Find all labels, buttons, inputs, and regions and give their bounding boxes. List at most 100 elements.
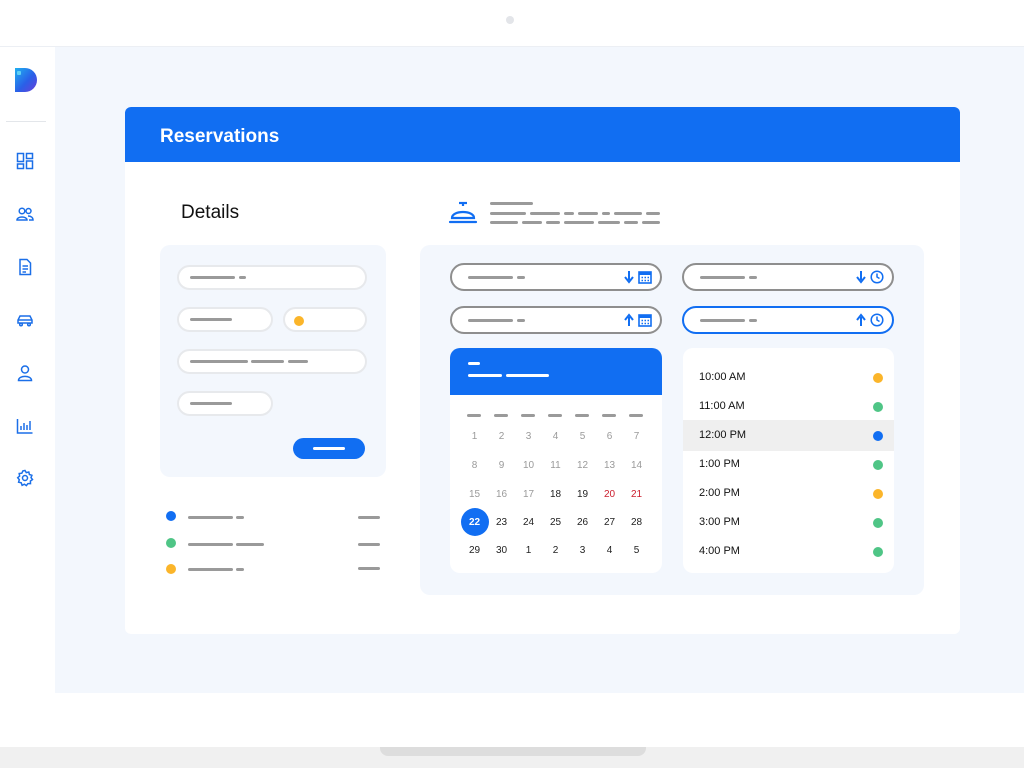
calendar-day[interactable]: 27 [596,517,623,528]
dashboard-icon[interactable] [16,152,34,170]
calendar-day[interactable]: 15 [461,489,488,500]
gear-icon[interactable] [16,469,34,487]
time-slot[interactable]: 10:00 AM [683,362,894,393]
calendar-day[interactable]: 9 [488,460,515,471]
time-slot[interactable]: 3:00 PM [683,507,894,538]
calendar-day[interactable]: 28 [623,517,650,528]
form-field-1[interactable] [177,265,367,290]
placeholder-line [190,402,232,405]
time-slot[interactable]: 2:00 PM [683,478,894,509]
calendar-day[interactable]: 2 [488,431,515,442]
calendar-day[interactable]: 6 [596,431,623,442]
placeholder-line [564,212,574,215]
time-slot[interactable]: 12:00 PM [683,420,894,451]
check-out-date-field[interactable] [450,306,662,334]
availability-dot [873,431,883,441]
form-field-2[interactable] [177,307,273,332]
calendar-day[interactable]: 19 [569,489,596,500]
calendar-day[interactable]: 4 [542,431,569,442]
calendar-day[interactable]: 25 [542,517,569,528]
arrow-down-icon [624,271,634,284]
calendar-day[interactable]: 1 [461,431,488,442]
calendar-day[interactable]: 13 [596,460,623,471]
status-dot [294,316,304,326]
time-slot[interactable]: 1:00 PM [683,449,894,480]
calendar-day[interactable]: 18 [542,489,569,500]
calendar-day[interactable]: 2 [542,545,569,556]
device-top-bezel [0,0,1024,47]
placeholder-line [468,319,513,322]
submit-button[interactable] [293,438,365,459]
placeholder-line [749,319,757,322]
placeholder-line [490,202,533,205]
arrow-up-icon [856,313,866,326]
calendar-day[interactable]: 16 [488,489,515,500]
check-in-date-field[interactable] [450,263,662,291]
clock-icon[interactable] [870,270,884,284]
placeholder-line [546,221,560,224]
arrow-up-icon [624,313,634,326]
calendar-day[interactable]: 3 [569,545,596,556]
placeholder-line [239,276,246,279]
calendar-day[interactable]: 11 [542,460,569,471]
check-out-time-field[interactable] [682,306,894,334]
calendar-day[interactable]: 30 [488,545,515,556]
placeholder-line [578,212,598,215]
calendar-day[interactable]: 24 [515,517,542,528]
calendar-day[interactable]: 12 [569,460,596,471]
calendar-day[interactable]: 10 [515,460,542,471]
page-title: Reservations [160,126,280,147]
calendar-day[interactable]: 5 [569,431,596,442]
calendar-day[interactable]: 5 [623,545,650,556]
time-slot-label: 2:00 PM [699,487,740,499]
clock-icon[interactable] [870,313,884,327]
calendar-day[interactable]: 4 [596,545,623,556]
time-slot[interactable]: 11:00 AM [683,391,894,422]
device-notch [380,747,646,756]
calendar-day[interactable]: 1 [515,545,542,556]
car-icon[interactable] [16,311,34,329]
form-field-4[interactable] [177,391,273,416]
form-field-3[interactable] [177,349,367,374]
status-select[interactable] [283,307,367,332]
legend-line [236,516,244,519]
legend-line [236,543,264,546]
time-slot[interactable]: 4:00 PM [683,536,894,567]
calendar-day[interactable]: 20 [596,489,623,500]
calendar-icon[interactable] [638,313,652,327]
placeholder-line [288,360,308,363]
check-in-time-field[interactable] [682,263,894,291]
time-slot-label: 3:00 PM [699,516,740,528]
placeholder-line [490,221,518,224]
placeholder-line [749,276,757,279]
calendar-day[interactable]: 7 [623,431,650,442]
calendar-day[interactable]: 3 [515,431,542,442]
calendar-icon[interactable] [638,270,652,284]
device-bottom-bezel [0,693,1024,747]
calendar-day[interactable]: 22 [461,517,488,528]
placeholder-line [614,212,642,215]
time-slot-label: 4:00 PM [699,545,740,557]
users-icon[interactable] [16,205,34,223]
calendar-day[interactable]: 14 [623,460,650,471]
calendar-day[interactable]: 26 [569,517,596,528]
user-icon[interactable] [16,364,34,382]
legend-value-line [358,567,380,570]
calendar-day[interactable]: 8 [461,460,488,471]
placeholder-line [190,318,232,321]
calendar-day[interactable]: 21 [623,489,650,500]
document-icon[interactable] [16,258,34,276]
chart-icon[interactable] [16,417,34,435]
legend-line [188,543,233,546]
availability-dot [873,373,883,383]
availability-dot [873,547,883,557]
arrow-down-icon [856,271,866,284]
calendar-day[interactable]: 29 [461,545,488,556]
calendar-day[interactable]: 17 [515,489,542,500]
placeholder-line [602,212,610,215]
availability-dot [873,489,883,499]
sidebar [0,47,55,693]
calendar-day[interactable]: 23 [488,517,515,528]
header-line [468,374,502,377]
placeholder-line [700,276,745,279]
